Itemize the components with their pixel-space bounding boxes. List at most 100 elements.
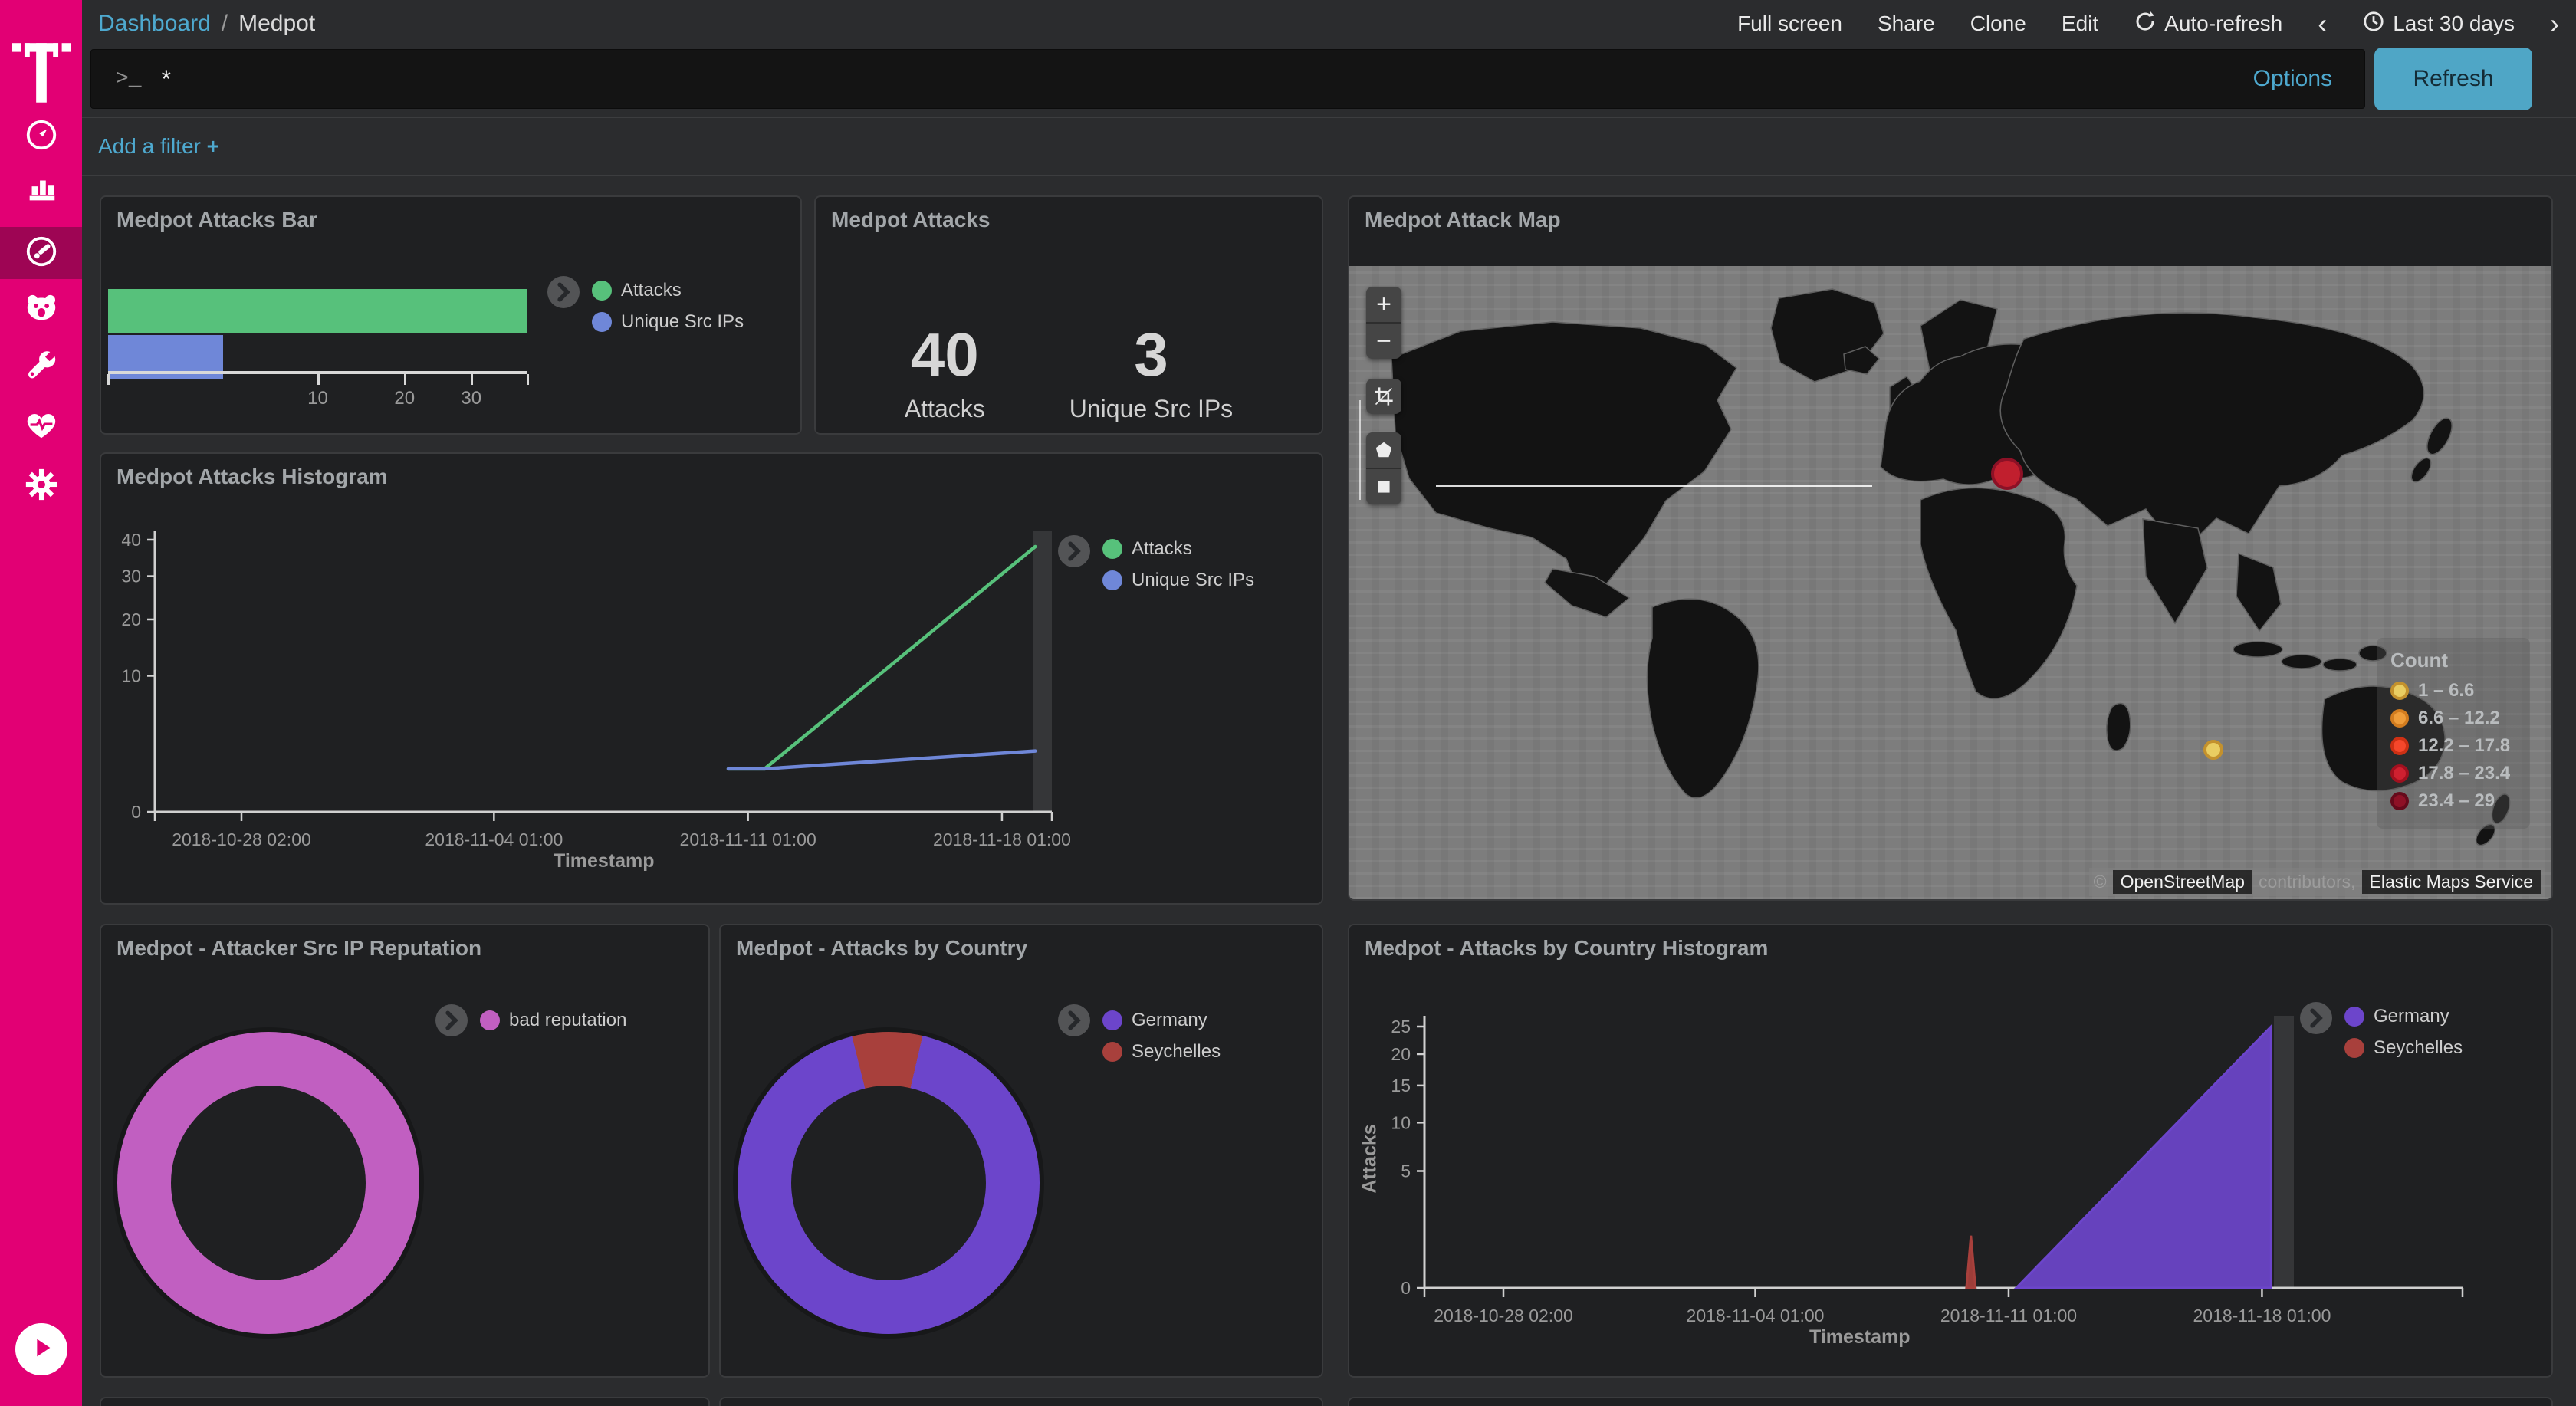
edit-button[interactable]: Edit bbox=[2062, 11, 2098, 36]
map-fit-data-button[interactable] bbox=[1366, 379, 1401, 414]
gear-icon bbox=[24, 467, 59, 506]
legend-collapse-button[interactable] bbox=[547, 276, 580, 308]
full-screen-button[interactable]: Full screen bbox=[1737, 11, 1842, 36]
legend-item: 23.4 – 29 bbox=[2390, 790, 2516, 812]
legend-item-unique-src-ips[interactable]: Unique Src IPs bbox=[592, 311, 744, 333]
draw-polygon-button[interactable] bbox=[1366, 432, 1401, 468]
y-axis-label: Attacks bbox=[1359, 1124, 1382, 1193]
query-options-link[interactable]: Options bbox=[2253, 66, 2332, 92]
svg-text:40: 40 bbox=[121, 530, 141, 550]
bar-chart-icon bbox=[24, 172, 59, 211]
breadcrumb: Dashboard / Medpot bbox=[98, 0, 315, 48]
elastic-maps-service-link[interactable]: Elastic Maps Service bbox=[2362, 870, 2541, 894]
map-zoom-in-button[interactable]: + bbox=[1366, 287, 1401, 322]
metric-group: 40 Attacks 3 Unique Src IPs bbox=[816, 320, 1322, 423]
telekom-logo[interactable] bbox=[12, 43, 71, 111]
map-zoom-controls: + − bbox=[1366, 287, 1401, 359]
legend-collapse-button[interactable] bbox=[2300, 1002, 2332, 1034]
svg-text:2018-11-18 01:00: 2018-11-18 01:00 bbox=[2193, 1306, 2331, 1326]
map-attribution: © OpenStreetMap contributors, Elastic Ma… bbox=[2089, 868, 2545, 896]
legend-collapse-button[interactable] bbox=[1058, 535, 1090, 567]
sidebar-item-management[interactable] bbox=[0, 460, 82, 512]
panel-attacks-metric: Medpot Attacks 40 Attacks 3 Unique Src I… bbox=[814, 195, 1323, 435]
map-point-germany[interactable] bbox=[1991, 458, 2023, 490]
crop-icon bbox=[1373, 386, 1395, 407]
dashboard-gauge-icon bbox=[24, 234, 59, 273]
panel-attacks-by-country: Medpot - Attacks by Country Germany Seyc… bbox=[719, 924, 1323, 1378]
draw-rectangle-button[interactable] bbox=[1366, 469, 1401, 504]
legend-collapse-button[interactable] bbox=[1058, 1004, 1090, 1036]
legend-item-germany[interactable]: Germany bbox=[1102, 1010, 1221, 1031]
sidebar-item-discover[interactable] bbox=[0, 110, 82, 163]
legend-item-unique-src-ips[interactable]: Unique Src IPs bbox=[1102, 570, 1254, 591]
legend-item-germany[interactable]: Germany bbox=[2344, 1006, 2463, 1027]
map-draw-controls bbox=[1366, 432, 1401, 504]
breadcrumb-dashboard-link[interactable]: Dashboard bbox=[98, 11, 211, 37]
sidebar-item-dev-tools[interactable] bbox=[0, 342, 82, 394]
legend-dot bbox=[2390, 737, 2409, 755]
time-range-back-button[interactable]: ‹ bbox=[2318, 10, 2327, 38]
svg-text:2018-11-04 01:00: 2018-11-04 01:00 bbox=[425, 829, 563, 849]
share-button[interactable]: Share bbox=[1878, 11, 1935, 36]
legend-collapse-button[interactable] bbox=[435, 1004, 468, 1036]
area-chart: 05101520252018-10-28 02:002018-11-04 01:… bbox=[1349, 925, 2551, 1376]
map-zoom-out-button[interactable]: − bbox=[1366, 324, 1401, 359]
time-range-forward-button[interactable]: › bbox=[2550, 10, 2559, 38]
donut-hole bbox=[791, 1086, 986, 1280]
query-prompt-icon: >_ bbox=[116, 67, 142, 91]
map-zoom-slider[interactable] bbox=[1359, 400, 1361, 500]
panel-partial-2 bbox=[719, 1397, 1323, 1406]
legend: Germany Seychelles bbox=[1102, 1010, 1221, 1063]
wrench-icon bbox=[24, 349, 59, 388]
query-divider bbox=[82, 117, 2576, 118]
add-filter-link[interactable]: Add a filter + bbox=[98, 134, 219, 159]
legend-dot bbox=[592, 312, 612, 332]
refresh-cycle-icon bbox=[2134, 10, 2157, 38]
panel-src-ip-reputation: Medpot - Attacker Src IP Reputation bad … bbox=[100, 924, 710, 1378]
map-point-indian-ocean[interactable] bbox=[2203, 740, 2223, 760]
sidebar-item-visualize[interactable] bbox=[0, 165, 82, 217]
map-count-legend: Count 1 – 6.6 6.6 – 12.2 12.2 – 17.8 17.… bbox=[2377, 638, 2530, 829]
legend-item-bad-reputation[interactable]: bad reputation bbox=[480, 1010, 626, 1031]
clock-icon bbox=[2362, 10, 2385, 38]
breadcrumb-separator: / bbox=[222, 11, 228, 37]
clone-button[interactable]: Clone bbox=[1970, 11, 2026, 36]
sidebar-item-monitoring[interactable] bbox=[0, 401, 82, 453]
time-range-picker[interactable]: Last 30 days bbox=[2362, 10, 2515, 38]
legend-item-attacks[interactable]: Attacks bbox=[592, 280, 744, 301]
legend-dot bbox=[2390, 792, 2409, 810]
openstreetmap-link[interactable]: OpenStreetMap bbox=[2113, 870, 2252, 894]
bar-attacks[interactable] bbox=[108, 289, 527, 333]
panel-attacks-histogram: Medpot Attacks Histogram 0102030402018-1… bbox=[100, 452, 1323, 905]
x-axis: 102030 bbox=[108, 371, 527, 374]
legend-item-seychelles[interactable]: Seychelles bbox=[1102, 1041, 1221, 1063]
filter-divider bbox=[82, 175, 2576, 176]
sidebar-collapse-button[interactable] bbox=[15, 1323, 67, 1375]
svg-text:30: 30 bbox=[121, 567, 141, 586]
panel-attacks-bar: Medpot Attacks Bar 102030 Attacks Unique… bbox=[100, 195, 802, 435]
metric-unique-src-ips: 3 Unique Src IPs bbox=[1070, 320, 1233, 423]
legend-item-attacks[interactable]: Attacks bbox=[1102, 538, 1254, 560]
legend-item: 6.6 – 12.2 bbox=[2390, 708, 2516, 729]
sidebar-item-dashboard[interactable] bbox=[0, 227, 82, 279]
top-navigation-bar: Dashboard / Medpot Full screen Share Clo… bbox=[82, 0, 2576, 48]
svg-text:2018-10-28 02:00: 2018-10-28 02:00 bbox=[1434, 1306, 1573, 1326]
panel-attack-map: Medpot Attack Map bbox=[1348, 195, 2553, 901]
search-input[interactable]: >_ * Options bbox=[90, 49, 2365, 109]
svg-text:2018-11-18 01:00: 2018-11-18 01:00 bbox=[933, 829, 1071, 849]
x-axis-label: Timestamp bbox=[1809, 1326, 1911, 1349]
play-icon bbox=[28, 1335, 54, 1365]
filter-bar: Add a filter + bbox=[82, 120, 2576, 173]
legend-item: 17.8 – 23.4 bbox=[2390, 763, 2516, 784]
svg-text:25: 25 bbox=[1391, 1017, 1411, 1036]
sidebar-item-timelion[interactable] bbox=[0, 283, 82, 335]
panel-country-histogram: Medpot - Attacks by Country Histogram 05… bbox=[1348, 924, 2553, 1378]
panel-title: Medpot Attack Map bbox=[1365, 208, 1561, 232]
auto-refresh-button[interactable]: Auto-refresh bbox=[2134, 10, 2282, 38]
refresh-button[interactable]: Refresh bbox=[2374, 48, 2532, 110]
world-map[interactable]: + − Count 1 – 6.6 bbox=[1349, 266, 2551, 899]
panel-title: Medpot Attacks bbox=[831, 208, 990, 232]
legend-dot bbox=[2390, 682, 2409, 700]
legend-dot bbox=[1102, 1042, 1122, 1062]
legend-item-seychelles[interactable]: Seychelles bbox=[2344, 1037, 2463, 1059]
